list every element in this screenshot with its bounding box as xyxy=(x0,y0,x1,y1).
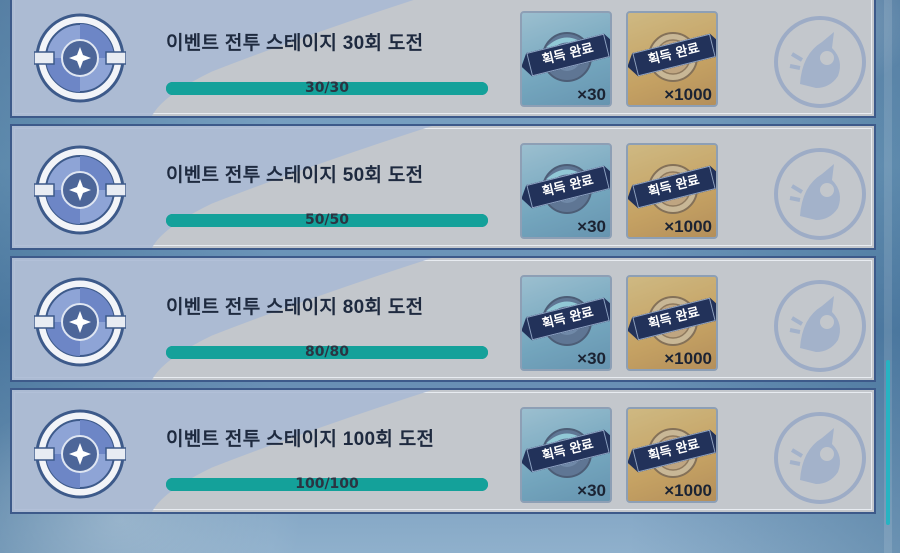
reward-quantity: ×1000 xyxy=(664,217,712,236)
challenge-card: 이벤트 전투 스테이지 50회 도전 50/50 획득 완료 ×30 획득 완료… xyxy=(10,124,876,250)
lifebuoy-icon xyxy=(34,145,126,235)
progress-bar: 80/80 xyxy=(166,344,488,360)
progress-bar: 30/30 xyxy=(166,80,488,96)
progress-bar: 50/50 xyxy=(166,212,488,228)
lifebuoy-icon xyxy=(34,277,126,367)
challenge-card: 이벤트 전투 스테이지 100회 도전 100/100 획득 완료 ×30 획득… xyxy=(10,388,876,514)
reward-quantity: ×1000 xyxy=(664,481,712,500)
scrollbar-thumb[interactable] xyxy=(886,360,890,525)
reward-quantity: ×30 xyxy=(577,349,606,368)
reward-slot-1[interactable]: 획득 완료 ×30 xyxy=(520,275,612,371)
challenge-list: 이벤트 전투 스테이지 30회 도전 30/30 획득 완료 ×30 획득 완료… xyxy=(10,0,876,520)
progress-text: 50/50 xyxy=(304,212,350,228)
mascot-watermark-icon xyxy=(774,412,866,504)
reward-quantity: ×30 xyxy=(577,481,606,500)
lifebuoy-icon xyxy=(34,13,126,103)
reward-quantity: ×1000 xyxy=(664,85,712,104)
reward-slot-2[interactable]: 획득 완료 ×1000 xyxy=(626,407,718,503)
progress-text: 80/80 xyxy=(304,344,350,360)
challenge-title: 이벤트 전투 스테이지 30회 도전 xyxy=(166,33,424,54)
challenge-card: 이벤트 전투 스테이지 30회 도전 30/30 획득 완료 ×30 획득 완료… xyxy=(10,0,876,118)
challenge-title: 이벤트 전투 스테이지 100회 도전 xyxy=(166,429,435,450)
progress-text: 100/100 xyxy=(295,476,359,492)
reward-quantity: ×1000 xyxy=(664,349,712,368)
progress-text: 30/30 xyxy=(304,80,350,96)
reward-slot-1[interactable]: 획득 완료 ×30 xyxy=(520,143,612,239)
reward-quantity: ×30 xyxy=(577,217,606,236)
reward-slot-1[interactable]: 획득 완료 ×30 xyxy=(520,11,612,107)
mascot-watermark-icon xyxy=(774,148,866,240)
reward-slot-2[interactable]: 획득 완료 ×1000 xyxy=(626,11,718,107)
reward-slot-1[interactable]: 획득 완료 ×30 xyxy=(520,407,612,503)
lifebuoy-icon xyxy=(34,409,126,499)
reward-quantity: ×30 xyxy=(577,85,606,104)
progress-bar: 100/100 xyxy=(166,476,488,492)
reward-slot-2[interactable]: 획득 완료 ×1000 xyxy=(626,143,718,239)
mascot-watermark-icon xyxy=(774,280,866,372)
mascot-watermark-icon xyxy=(774,16,866,108)
reward-slot-2[interactable]: 획득 완료 ×1000 xyxy=(626,275,718,371)
challenge-title: 이벤트 전투 스테이지 80회 도전 xyxy=(166,297,424,318)
challenge-card: 이벤트 전투 스테이지 80회 도전 80/80 획득 완료 ×30 획득 완료… xyxy=(10,256,876,382)
challenge-title: 이벤트 전투 스테이지 50회 도전 xyxy=(166,165,424,186)
